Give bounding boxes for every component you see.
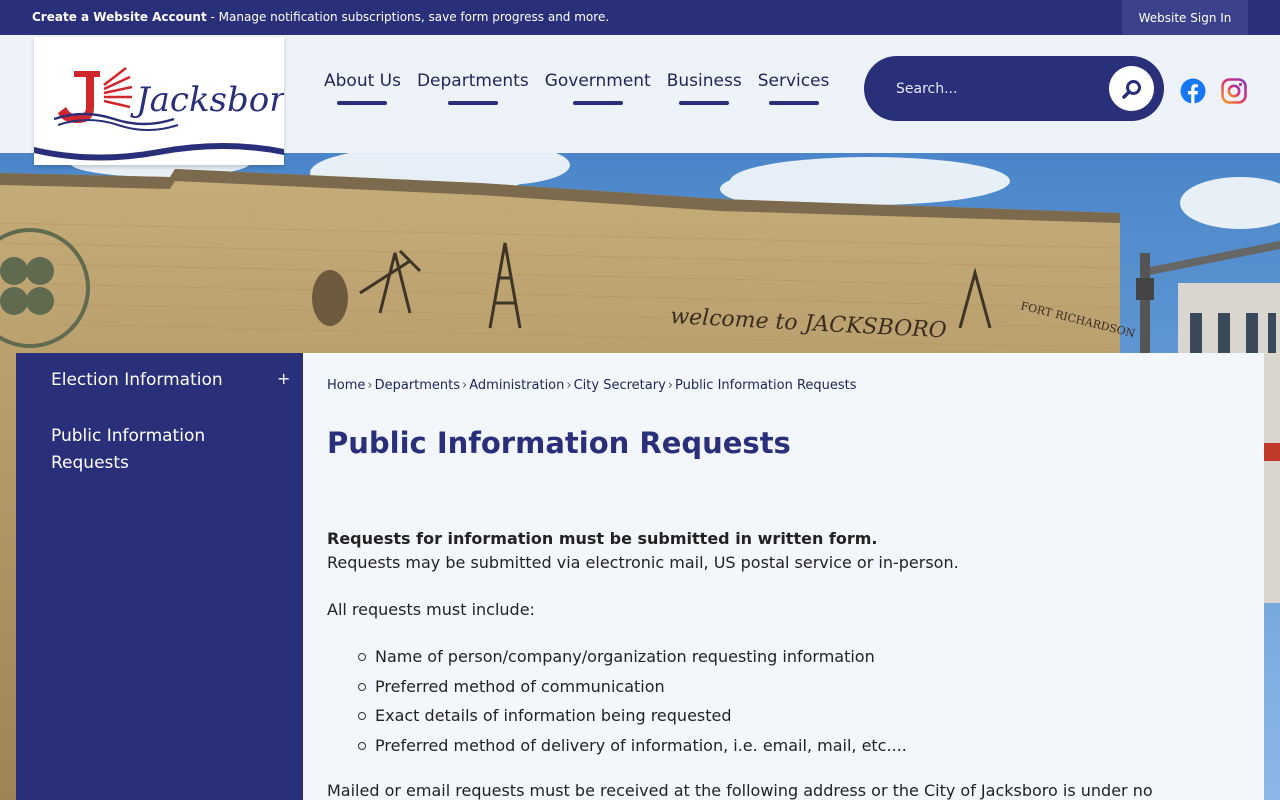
account-message: Create a Website Account - Manage notifi… bbox=[32, 10, 609, 24]
intro-bold-text: Requests for information must be submitt… bbox=[327, 529, 878, 548]
create-account-description: - Manage notification subscriptions, sav… bbox=[206, 10, 610, 24]
site-logo[interactable]: Jacksboro bbox=[34, 37, 284, 165]
page-title: Public Information Requests bbox=[327, 426, 791, 460]
sidebar-expand-icon[interactable]: + bbox=[277, 369, 290, 388]
nav-services[interactable]: Services bbox=[758, 71, 830, 105]
list-item: Preferred method of delivery of informat… bbox=[358, 731, 907, 761]
create-account-link[interactable]: Create a Website Account bbox=[32, 10, 207, 24]
breadcrumb-separator: › bbox=[566, 378, 572, 393]
sidebar-item-election-information[interactable]: Election Information bbox=[51, 367, 223, 394]
instagram-icon[interactable] bbox=[1221, 78, 1247, 104]
requirements-heading: All requests must include: bbox=[327, 600, 535, 619]
breadcrumb-separator: › bbox=[462, 378, 468, 393]
mailed-requests-note: Mailed or email requests must be receive… bbox=[327, 781, 1153, 800]
nav-government[interactable]: Government bbox=[545, 71, 651, 105]
intro-text: Requests may be submitted via electronic… bbox=[327, 553, 959, 572]
main-content: Home › Departments › Administration › City Sec… bbox=[303, 353, 1264, 800]
breadcrumb-home[interactable]: Home bbox=[327, 378, 365, 393]
breadcrumb-separator: › bbox=[667, 378, 673, 393]
search-button[interactable] bbox=[1109, 66, 1154, 111]
nav-business[interactable]: Business bbox=[667, 71, 742, 105]
list-item: Name of person/company/organization requ… bbox=[358, 642, 907, 672]
search-icon bbox=[1121, 79, 1141, 99]
nav-departments[interactable]: Departments bbox=[417, 71, 529, 105]
breadcrumb-current-page[interactable]: Public Information Requests bbox=[675, 378, 857, 393]
sidebar-navigation: Election Information + Public Informatio… bbox=[16, 353, 303, 800]
breadcrumb: Home › Departments › Administration › City Sec… bbox=[327, 378, 857, 393]
sidebar-item-public-information-requests[interactable]: Public Information Requests bbox=[51, 423, 251, 477]
top-utility-bar: Create a Website Account - Manage notifi… bbox=[0, 0, 1280, 35]
nav-about-us[interactable]: About Us bbox=[324, 71, 401, 105]
site-header: Jacksboro About Us Departments Governmen… bbox=[0, 35, 1280, 165]
list-item: Exact details of information being reque… bbox=[358, 701, 907, 731]
breadcrumb-separator: › bbox=[367, 378, 373, 393]
list-item: Preferred method of communication bbox=[358, 672, 907, 702]
facebook-icon[interactable] bbox=[1180, 78, 1206, 104]
breadcrumb-departments[interactable]: Departments bbox=[375, 378, 460, 393]
logo-wordmark: Jacksboro bbox=[130, 80, 284, 120]
requirements-list: Name of person/company/organization requ… bbox=[358, 642, 907, 761]
search-bar bbox=[864, 56, 1164, 121]
search-input[interactable] bbox=[896, 76, 1096, 102]
main-navigation: About Us Departments Government Business… bbox=[316, 71, 837, 105]
breadcrumb-administration[interactable]: Administration bbox=[469, 378, 564, 393]
website-sign-in-button[interactable]: Website Sign In bbox=[1122, 0, 1248, 35]
breadcrumb-city-secretary[interactable]: City Secretary bbox=[574, 378, 666, 393]
